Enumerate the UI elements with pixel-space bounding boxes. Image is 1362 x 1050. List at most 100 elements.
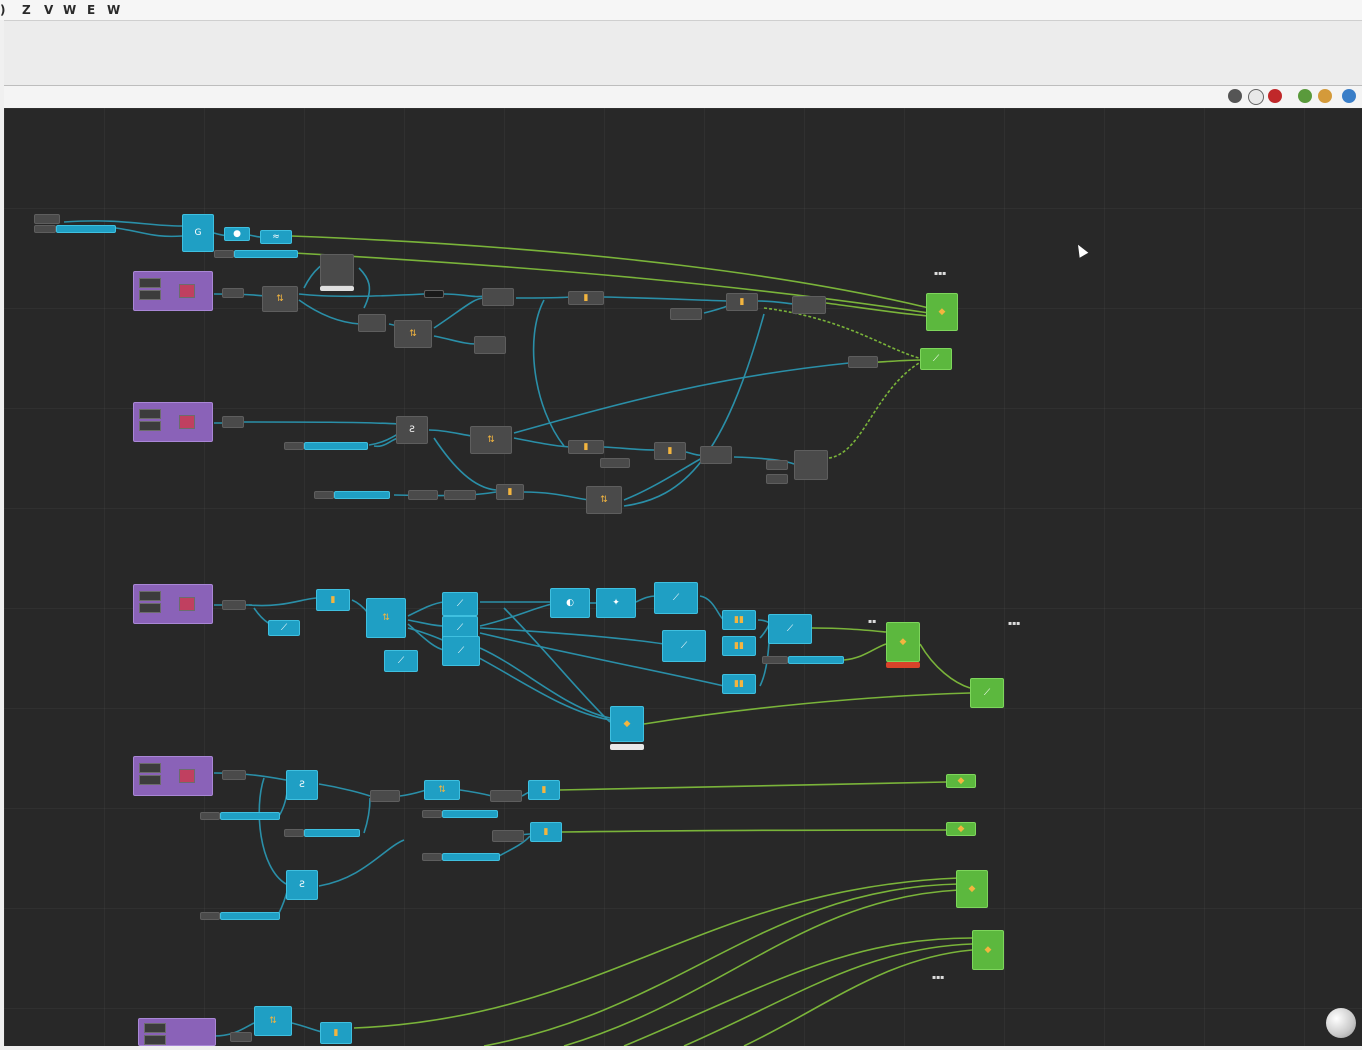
output-node[interactable]: ◆ (926, 293, 958, 331)
number-slider[interactable] (788, 656, 844, 664)
menu-item-3[interactable]: W (63, 3, 77, 17)
preview-icon[interactable] (1298, 89, 1312, 103)
component-node[interactable]: ▮ (320, 1022, 352, 1044)
component-node[interactable] (792, 296, 826, 314)
number-slider[interactable] (304, 442, 368, 450)
component-node[interactable]: ⟋ (384, 650, 418, 672)
menu-item-5[interactable]: W (107, 3, 121, 17)
component-node[interactable]: Ƨ (286, 770, 318, 800)
wire (763, 307, 920, 359)
number-slider[interactable] (56, 225, 116, 233)
component-node[interactable]: ⇅ (470, 426, 512, 454)
output-node[interactable]: ◆ (946, 774, 976, 788)
globe-icon[interactable] (1342, 89, 1356, 103)
component-node[interactable]: ⇅ (254, 1006, 292, 1036)
output-node[interactable]: ◆ (946, 822, 976, 836)
component-node[interactable] (794, 450, 828, 480)
slider-label (284, 442, 304, 450)
component-node[interactable] (474, 336, 506, 354)
param-node[interactable] (766, 460, 788, 470)
toggle-node[interactable] (34, 214, 60, 224)
component-node[interactable]: ● (224, 227, 250, 241)
component-node[interactable]: ▮ (316, 589, 350, 611)
output-node[interactable]: ◆ (956, 870, 988, 908)
component-node[interactable] (670, 308, 702, 320)
component-node[interactable]: ⟋ (442, 636, 480, 666)
param-node[interactable] (230, 1032, 252, 1042)
component-node[interactable]: Ƨ (396, 416, 428, 444)
param-node[interactable] (222, 288, 244, 298)
component-node[interactable]: ⟋ (268, 620, 300, 636)
menu-item-1[interactable]: Z (22, 3, 32, 17)
param-node[interactable] (222, 416, 244, 428)
navigation-ball-icon[interactable] (1326, 1008, 1356, 1038)
wire (483, 883, 960, 1046)
component-node[interactable]: ⇅ (394, 320, 432, 348)
component-node[interactable]: ▮ (726, 293, 758, 311)
number-slider[interactable] (220, 812, 280, 820)
component-node[interactable]: ⇅ (262, 286, 298, 312)
cluster-node[interactable] (133, 402, 213, 442)
component-node[interactable]: ▮ (654, 442, 686, 460)
output-node[interactable]: ◆ (886, 622, 920, 662)
cluster-node[interactable] (138, 1018, 216, 1046)
node-canvas[interactable]: G ● ≈ ⇅ ⇅ ▮ ▮ ◆ ▪▪▪ ⟋ Ƨ ⇅ ▮ ▮ ▮ ⇅ ▮ ⟋ ⇅ … (4, 108, 1362, 1046)
component-node[interactable]: ▮ (530, 822, 562, 842)
component-node[interactable] (700, 446, 732, 464)
component-node[interactable]: ◐ (550, 588, 590, 618)
component-node[interactable] (408, 490, 438, 500)
output-node[interactable]: ⟋ (970, 678, 1004, 708)
component-node[interactable]: ⇅ (366, 598, 406, 638)
component-node[interactable] (482, 288, 514, 306)
param-node[interactable] (222, 600, 246, 610)
number-slider[interactable] (234, 250, 298, 258)
number-slider[interactable] (442, 853, 500, 861)
component-node[interactable]: ≈ (260, 230, 292, 244)
component-node[interactable] (320, 254, 354, 286)
param-node[interactable] (222, 770, 246, 780)
wireframe-icon[interactable] (1248, 89, 1264, 105)
component-node[interactable]: ⇅ (586, 486, 622, 514)
shaded-icon[interactable] (1318, 89, 1332, 103)
output-node[interactable]: ◆ (972, 930, 1004, 970)
component-node[interactable]: ▮▮ (722, 610, 756, 630)
component-node[interactable] (358, 314, 386, 332)
component-node[interactable] (848, 356, 878, 368)
component-node[interactable]: ▮ (528, 780, 560, 800)
render-icon[interactable] (1228, 89, 1242, 103)
material-icon[interactable] (1268, 89, 1282, 103)
component-node[interactable] (492, 830, 524, 842)
number-slider[interactable] (220, 912, 280, 920)
component-node[interactable]: ◆ (610, 706, 644, 742)
component-node[interactable]: ▮ (496, 484, 524, 500)
component-node[interactable]: ⟋ (442, 592, 478, 616)
menu-item-2[interactable]: V (44, 3, 54, 17)
component-node[interactable]: G (182, 214, 214, 252)
menu-item-4[interactable]: E (87, 3, 96, 17)
menu-item-clipped[interactable]: ) (0, 3, 6, 17)
component-node[interactable]: ⟋ (768, 614, 812, 644)
component-node[interactable] (370, 790, 400, 802)
component-node[interactable]: ▮ (568, 440, 604, 454)
number-slider[interactable] (334, 491, 390, 499)
cluster-node[interactable] (133, 584, 213, 624)
component-node[interactable] (490, 790, 522, 802)
output-node[interactable]: ⟋ (920, 348, 952, 370)
warning-bar (886, 662, 920, 668)
number-slider[interactable] (442, 810, 498, 818)
component-node[interactable]: ⇅ (424, 780, 460, 800)
component-node[interactable]: ✦ (596, 588, 636, 618)
number-slider[interactable] (304, 829, 360, 837)
component-node[interactable]: Ƨ (286, 870, 318, 900)
component-node[interactable]: ▮▮ (722, 636, 756, 656)
cluster-node[interactable] (133, 271, 213, 311)
component-node[interactable]: ▮ (568, 291, 604, 305)
wire (919, 643, 971, 689)
component-node[interactable] (444, 490, 476, 500)
param-node[interactable] (600, 458, 630, 468)
cluster-node[interactable] (133, 756, 213, 796)
component-node[interactable]: ⟋ (662, 630, 706, 662)
component-node[interactable]: ⟋ (654, 582, 698, 614)
param-node[interactable] (766, 474, 788, 484)
component-node[interactable]: ▮▮ (722, 674, 756, 694)
